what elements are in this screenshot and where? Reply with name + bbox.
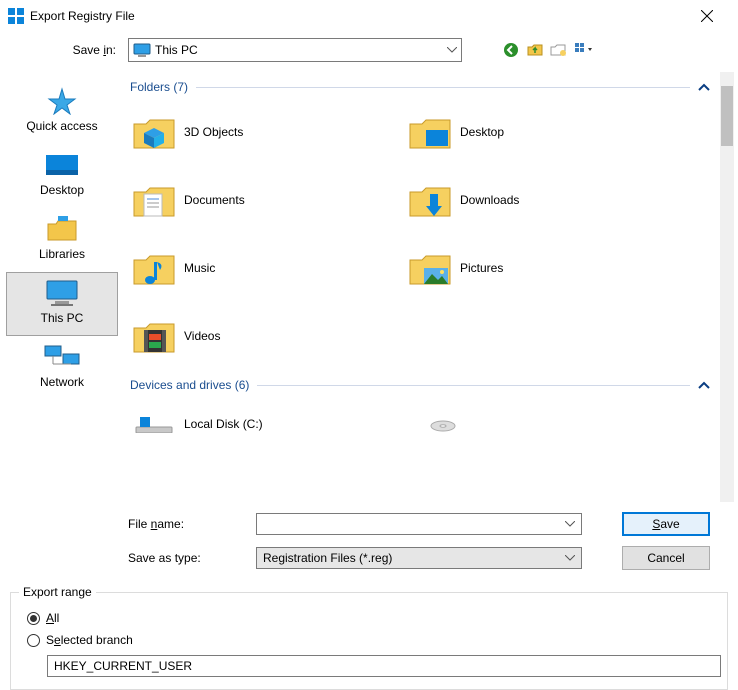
libraries-icon [42, 215, 82, 243]
radio-icon [27, 612, 40, 625]
close-icon [701, 10, 713, 22]
folder-3d-objects[interactable]: 3D Objects [130, 102, 400, 162]
folder-videos[interactable]: Videos [130, 306, 400, 366]
chevron-down-icon [565, 521, 575, 527]
export-range-group: Export range All Selected branch [10, 592, 728, 690]
scroll-thumb[interactable] [721, 86, 733, 146]
folder-downloads[interactable]: Downloads [406, 170, 676, 230]
radio-all[interactable]: All [27, 611, 715, 625]
cancel-button-label: Cancel [647, 551, 684, 565]
savein-label: Save in: [0, 43, 128, 57]
disc-icon [423, 414, 463, 434]
chevron-up-icon [698, 83, 710, 91]
sidebar-item-label: Quick access [26, 119, 97, 133]
view-menu-button[interactable] [574, 41, 592, 59]
sidebar-item-label: Libraries [39, 247, 85, 261]
main-area: Quick access Desktop Libraries This PC N… [0, 72, 738, 502]
network-icon [42, 343, 82, 371]
up-button[interactable] [526, 41, 544, 59]
filename-input[interactable] [256, 513, 582, 535]
item-label: Downloads [460, 193, 519, 207]
chevron-up-icon [698, 381, 710, 389]
folder-icon [406, 176, 454, 224]
folders-header: Folders (7) [130, 80, 716, 94]
folder-music[interactable]: Music [130, 238, 400, 298]
back-button[interactable] [502, 41, 520, 59]
desktop-icon [42, 151, 82, 179]
folders-header-label: Folders (7) [130, 80, 188, 94]
collapse-devices-button[interactable] [698, 381, 710, 389]
devices-header: Devices and drives (6) [130, 378, 716, 392]
drive-label: Local Disk (C:) [184, 417, 263, 431]
places-sidebar: Quick access Desktop Libraries This PC N… [0, 72, 124, 502]
bottom-controls: File name: Save Save as type: Registrati… [0, 502, 738, 586]
item-label: Desktop [460, 125, 504, 139]
export-range-legend: Export range [19, 585, 96, 599]
saveastype-row: Save as type: Registration Files (*.reg)… [128, 546, 728, 570]
chevron-down-icon [447, 47, 457, 53]
sidebar-item-label: This PC [41, 311, 84, 325]
folder-documents[interactable]: Documents [130, 170, 400, 230]
new-folder-button[interactable] [550, 41, 568, 59]
scrollbar[interactable] [720, 72, 734, 502]
folder-icon [406, 244, 454, 292]
sidebar-item-desktop[interactable]: Desktop [6, 144, 118, 208]
item-label: 3D Objects [184, 125, 243, 139]
item-label: Pictures [460, 261, 503, 275]
file-list-pane: Folders (7) 3D Objects Desktop Documents… [124, 72, 738, 502]
sidebar-item-label: Network [40, 375, 84, 389]
folder-icon [130, 244, 178, 292]
divider [257, 385, 690, 386]
window-title: Export Registry File [30, 9, 135, 23]
this-pc-icon [42, 279, 82, 307]
filename-row: File name: Save [128, 512, 728, 536]
back-icon [502, 41, 520, 59]
drive-local-disk-c[interactable]: Local Disk (C:) [130, 400, 716, 448]
folder-icon [130, 108, 178, 156]
sidebar-item-quick-access[interactable]: Quick access [6, 80, 118, 144]
radio-all-label: All [46, 611, 59, 625]
folder-up-icon [527, 42, 543, 58]
save-button-label: Save [652, 517, 679, 531]
saveastype-label: Save as type: [128, 551, 256, 565]
quick-access-icon [42, 87, 82, 115]
cancel-button[interactable]: Cancel [622, 546, 710, 570]
folder-desktop[interactable]: Desktop [406, 102, 676, 162]
drive-icon [130, 400, 178, 448]
sidebar-item-libraries[interactable]: Libraries [6, 208, 118, 272]
savein-combo[interactable]: This PC [128, 38, 462, 62]
radio-icon [27, 634, 40, 647]
sidebar-item-this-pc[interactable]: This PC [6, 272, 118, 336]
folder-pictures[interactable]: Pictures [406, 238, 676, 298]
folder-icon [130, 312, 178, 360]
divider [196, 87, 690, 88]
savein-value: This PC [155, 43, 198, 57]
branch-input[interactable] [47, 655, 721, 677]
titlebar: Export Registry File [0, 0, 738, 32]
savein-row: Save in: This PC [0, 32, 738, 72]
sidebar-item-label: Desktop [40, 183, 84, 197]
item-label: Music [184, 261, 215, 275]
folder-icon [406, 108, 454, 156]
new-folder-icon [550, 42, 568, 58]
collapse-folders-button[interactable] [698, 83, 710, 91]
filename-label: File name: [128, 517, 256, 531]
item-label: Videos [184, 329, 220, 343]
saveastype-value: Registration Files (*.reg) [263, 551, 392, 565]
item-label: Documents [184, 193, 245, 207]
folder-icon [130, 176, 178, 224]
view-icon [574, 42, 592, 58]
this-pc-icon [133, 43, 151, 57]
devices-header-label: Devices and drives (6) [130, 378, 249, 392]
regedit-icon [8, 8, 24, 24]
radio-selected-branch[interactable]: Selected branch [27, 633, 715, 647]
saveastype-combo[interactable]: Registration Files (*.reg) [256, 547, 582, 569]
save-button[interactable]: Save [622, 512, 710, 536]
sidebar-item-network[interactable]: Network [6, 336, 118, 400]
chevron-down-icon [565, 555, 575, 561]
folders-grid: 3D Objects Desktop Documents Downloads M… [124, 98, 716, 370]
radio-selected-branch-label: Selected branch [46, 633, 133, 647]
close-button[interactable] [684, 0, 730, 32]
navigation-toolbar [502, 41, 592, 59]
